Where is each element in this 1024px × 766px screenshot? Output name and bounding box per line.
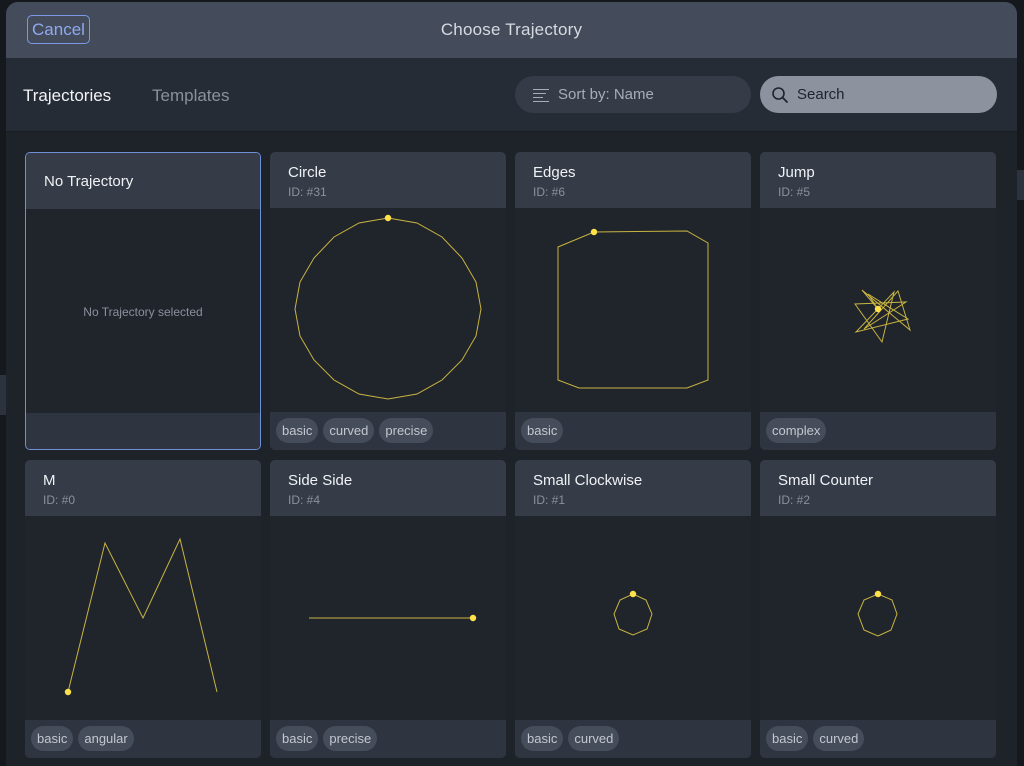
card-preview — [515, 516, 751, 720]
card-preview — [760, 208, 996, 412]
card-title: M — [43, 472, 56, 489]
card-header: Jump ID: #5 — [760, 152, 996, 208]
card-tags: complex — [760, 412, 996, 450]
start-point-icon — [874, 590, 882, 598]
trajectory-card-small-clockwise[interactable]: Small Clockwise ID: #1 basic curved — [515, 460, 751, 758]
card-id: ID: #2 — [778, 493, 811, 507]
card-preview — [760, 516, 996, 720]
tab-templates[interactable]: Templates — [152, 86, 229, 106]
sort-label: Sort by: Name — [558, 86, 654, 103]
tag[interactable]: curved — [323, 418, 375, 443]
card-header: No Trajectory — [26, 153, 260, 209]
trajectory-card-jump[interactable]: Jump ID: #5 complex — [760, 152, 996, 450]
tag[interactable]: precise — [379, 418, 434, 443]
trajectory-path-preview — [309, 614, 477, 622]
search-placeholder: Search — [797, 86, 845, 103]
card-title: Edges — [533, 164, 576, 181]
card-id: ID: #1 — [533, 493, 566, 507]
card-title: Small Counter — [778, 472, 874, 489]
card-tags: basic precise — [270, 720, 506, 758]
empty-preview-text: No Trajectory selected — [83, 305, 203, 319]
trajectory-path-preview — [854, 289, 911, 344]
tab-trajectories[interactable]: Trajectories — [23, 86, 111, 106]
trajectory-card-circle[interactable]: Circle ID: #31 basic curved precise — [270, 152, 506, 450]
card-preview: No Trajectory selected — [26, 209, 260, 413]
card-preview — [270, 208, 506, 412]
tag[interactable]: curved — [813, 726, 865, 751]
trajectory-path-preview — [64, 537, 218, 696]
start-point-icon — [384, 214, 392, 222]
card-tags: basic curved precise — [270, 412, 506, 450]
trajectory-card-side-side[interactable]: Side Side ID: #4 basic precise — [270, 460, 506, 758]
start-point-icon — [629, 590, 637, 598]
tag[interactable]: basic — [766, 726, 809, 751]
start-point-icon — [874, 305, 882, 313]
card-tags: basic angular — [25, 720, 261, 758]
trajectory-card-none[interactable]: No Trajectory No Trajectory selected — [25, 152, 261, 450]
sort-button[interactable]: Sort by: Name — [515, 76, 751, 113]
card-tags: basic — [515, 412, 751, 450]
search-input[interactable]: Search — [760, 76, 997, 113]
card-id: ID: #6 — [533, 185, 566, 199]
toolbar: Trajectories Templates Sort by: Name Sea… — [6, 58, 1017, 132]
card-tags: basic curved — [760, 720, 996, 758]
trajectory-card-small-counter[interactable]: Small Counter ID: #2 basic curved — [760, 460, 996, 758]
card-id: ID: #5 — [778, 185, 811, 199]
card-tags — [26, 413, 260, 449]
card-id: ID: #4 — [288, 493, 321, 507]
card-header: Small Clockwise ID: #1 — [515, 460, 751, 516]
trajectory-path-preview — [557, 228, 709, 389]
tag[interactable]: complex — [766, 418, 827, 443]
card-id: ID: #31 — [288, 185, 327, 199]
card-preview — [25, 516, 261, 720]
tag[interactable]: basic — [276, 726, 319, 751]
trajectory-grid: No Trajectory No Trajectory selected Cir… — [6, 132, 1017, 766]
trajectory-card-edges[interactable]: Edges ID: #6 basic — [515, 152, 751, 450]
card-header: Side Side ID: #4 — [270, 460, 506, 516]
card-header: M ID: #0 — [25, 460, 261, 516]
card-title: Jump — [778, 164, 815, 181]
card-preview — [270, 516, 506, 720]
trajectory-path-preview — [857, 590, 898, 637]
background-strip — [1017, 170, 1024, 200]
tag[interactable]: basic — [521, 726, 564, 751]
trajectory-path-preview — [294, 214, 482, 400]
tag[interactable]: basic — [31, 726, 74, 751]
tag[interactable]: angular — [78, 726, 134, 751]
modal-title: Choose Trajectory — [440, 20, 583, 39]
tag[interactable]: basic — [276, 418, 319, 443]
sort-lines-icon — [533, 88, 549, 102]
card-id: ID: #0 — [43, 493, 76, 507]
tag[interactable]: precise — [323, 726, 378, 751]
trajectory-card-m[interactable]: M ID: #0 basic angular — [25, 460, 261, 758]
start-point-icon — [590, 228, 598, 236]
card-title: Side Side — [288, 472, 353, 489]
start-point-icon — [64, 688, 72, 696]
card-title: Small Clockwise — [533, 472, 643, 489]
card-header: Small Counter ID: #2 — [760, 460, 996, 516]
card-preview — [515, 208, 751, 412]
card-header: Circle ID: #31 — [270, 152, 506, 208]
card-tags: basic curved — [515, 720, 751, 758]
card-title: Circle — [288, 164, 327, 181]
cancel-button[interactable]: Cancel — [27, 15, 90, 44]
card-title: No Trajectory — [44, 173, 134, 190]
modal-header: Cancel Choose Trajectory — [6, 2, 1017, 58]
card-header: Edges ID: #6 — [515, 152, 751, 208]
tag[interactable]: curved — [568, 726, 620, 751]
search-icon — [772, 86, 788, 103]
start-point-icon — [469, 614, 477, 622]
choose-trajectory-modal: Cancel Choose Trajectory Trajectories Te… — [6, 2, 1017, 766]
trajectory-path-preview — [613, 590, 653, 636]
tag[interactable]: basic — [521, 418, 564, 443]
